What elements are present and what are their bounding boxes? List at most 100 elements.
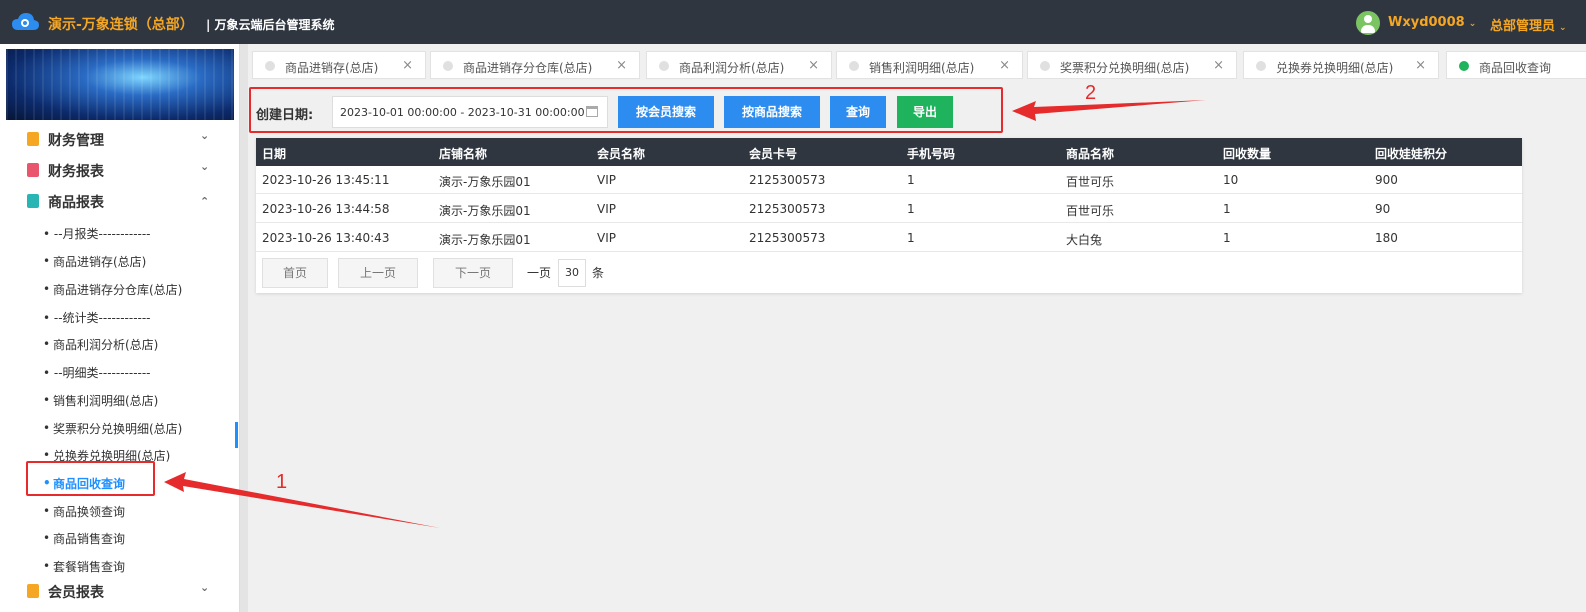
bullet: • (43, 448, 51, 462)
cell-member-name: VIP (597, 173, 616, 187)
chevron-down-icon: ⌄ (200, 160, 210, 173)
tab-status-dot (849, 61, 859, 71)
cell-quantity: 1 (1223, 202, 1231, 216)
close-icon[interactable]: × (808, 58, 819, 73)
bullet: • (43, 531, 51, 545)
next-page-button[interactable]: 下一页 (433, 258, 513, 288)
tab-ticket-exchange[interactable]: 奖票积分兑换明细(总店) × (1027, 51, 1237, 79)
cell-points: 90 (1375, 202, 1391, 216)
role-menu[interactable]: 总部管理员 ⌄ (1490, 15, 1567, 34)
bullet: • (43, 282, 51, 296)
cell-phone: 1 (907, 202, 915, 216)
sidebar-group-label: 财务管理 (48, 133, 104, 149)
sidebar-item-sales-profit[interactable]: • 销售利润明细(总店) (0, 385, 240, 413)
role-label: 总部管理员 (1490, 19, 1556, 34)
sidebar: 财务管理 ⌄ 财务报表 ⌄ 商品报表 ⌃ • --月报类------------… (0, 44, 240, 612)
sidebar-item-profit-analysis[interactable]: • 商品利润分析(总店) (0, 329, 240, 357)
cell-points: 180 (1375, 231, 1398, 245)
column-header: 会员名称 (597, 147, 646, 161)
column-header: 店铺名称 (439, 147, 488, 161)
sidebar-item-label: 商品销售查询 (53, 532, 126, 546)
annotation-box-1 (26, 461, 155, 496)
sidebar-divider-monthly: • --月报类------------ (0, 218, 240, 246)
tab-inventory-warehouse[interactable]: 商品进销存分仓库(总店) × (430, 51, 640, 79)
bullet: • (43, 393, 51, 407)
close-icon[interactable]: × (402, 58, 413, 73)
cell-date: 2023-10-26 13:45:11 (262, 173, 390, 187)
close-icon[interactable]: × (1213, 58, 1224, 73)
tab-bar: 商品进销存(总店) × 商品进销存分仓库(总店) × 商品利润分析(总店) × … (248, 48, 1586, 82)
user-menu[interactable]: Wxyd0008 ⌄ (1388, 15, 1476, 30)
bullet: • (43, 337, 51, 351)
ledger-icon (27, 132, 39, 146)
cell-store: 演示-万象乐园01 (439, 175, 531, 189)
cell-store: 演示-万象乐园01 (439, 233, 531, 247)
sidebar-divider-stats: • --统计类------------ (0, 302, 240, 330)
tab-label: 商品进销存分仓库(总店) (463, 61, 593, 75)
close-icon[interactable]: × (999, 58, 1010, 73)
sidebar-item-package-sales[interactable]: • 套餐销售查询 (0, 551, 240, 579)
sidebar-item-label: • --统计类------------ (43, 311, 151, 325)
sidebar-item-label: 商品进销存(总店) (53, 255, 147, 269)
cell-date: 2023-10-26 13:44:58 (262, 202, 390, 216)
annotation-arrow-2 (1012, 100, 1206, 121)
sidebar-item-product-sales[interactable]: • 商品销售查询 (0, 523, 240, 551)
table-header: 日期 店铺名称 会员名称 会员卡号 手机号码 商品名称 回收数量 回收娃娃积分 (256, 138, 1522, 166)
sidebar-group-product-report[interactable]: 商品报表 ⌃ (0, 186, 240, 216)
sidebar-group-label: 会员报表 (48, 585, 104, 601)
table-row[interactable]: 2023-10-26 13:40:43 演示-万象乐园01 VIP 212530… (256, 224, 1522, 252)
tab-sales-profit[interactable]: 销售利润明细(总店) × (836, 51, 1023, 79)
close-icon[interactable]: × (616, 58, 627, 73)
prev-page-button[interactable]: 上一页 (338, 258, 418, 288)
sidebar-item-label: • --明细类------------ (43, 366, 151, 380)
table-row[interactable]: 2023-10-26 13:45:11 演示-万象乐园01 VIP 212530… (256, 166, 1522, 194)
username: Wxyd0008 (1388, 15, 1465, 30)
report-icon (27, 163, 39, 177)
member-report-icon (27, 584, 39, 598)
tab-inventory-hq[interactable]: 商品进销存(总店) × (252, 51, 426, 79)
annotation-box-2 (249, 87, 1003, 133)
cell-quantity: 1 (1223, 231, 1231, 245)
sidebar-item-ticket-exchange[interactable]: • 奖票积分兑换明细(总店) (0, 413, 240, 441)
annotation-label-1: 1 (276, 471, 288, 493)
sidebar-group-label: 财务报表 (48, 164, 104, 180)
chevron-up-icon: ⌃ (200, 195, 210, 208)
avatar[interactable] (1356, 11, 1380, 35)
sidebar-group-finance-management[interactable]: 财务管理 ⌄ (0, 124, 240, 154)
column-header: 回收娃娃积分 (1375, 147, 1448, 161)
cell-product: 百世可乐 (1066, 204, 1115, 218)
table-row[interactable]: 2023-10-26 13:44:58 演示-万象乐园01 VIP 212530… (256, 195, 1522, 223)
tab-coupon-exchange[interactable]: 兑换券兑换明细(总店) × (1243, 51, 1439, 79)
tab-label: 商品回收查询 (1479, 61, 1552, 75)
sidebar-item-product-redeem[interactable]: • 商品换领查询 (0, 496, 240, 524)
sidebar-item-label: 奖票积分兑换明细(总店) (53, 422, 183, 436)
top-header: 演示-万象连锁（总部） | 万象云端后台管理系统 Wxyd0008 ⌄ 总部管理员… (0, 0, 1586, 44)
sidebar-item-label: 套餐销售查询 (53, 560, 126, 574)
tab-product-recycle[interactable]: 商品回收查询 (1446, 51, 1586, 79)
sidebar-item-label: • --月报类------------ (43, 227, 151, 241)
cell-quantity: 10 (1223, 173, 1239, 187)
bullet: • (43, 254, 51, 268)
tab-status-dot (443, 61, 453, 71)
page-size-input[interactable]: 30 (558, 259, 586, 287)
sidebar-item-label: 销售利润明细(总店) (53, 394, 159, 408)
sidebar-item-inventory-hq[interactable]: • 商品进销存(总店) (0, 246, 240, 274)
first-page-button[interactable]: 首页 (262, 258, 328, 288)
sidebar-group-member-report[interactable]: 会员报表 ⌄ (0, 576, 240, 606)
cell-date: 2023-10-26 13:40:43 (262, 231, 390, 245)
cell-product: 百世可乐 (1066, 175, 1115, 189)
column-header: 商品名称 (1066, 147, 1115, 161)
tab-status-dot (1256, 61, 1266, 71)
close-icon[interactable]: × (1415, 58, 1426, 73)
annotation-label-2: 2 (1085, 82, 1097, 104)
sidebar-scrollbar[interactable] (240, 44, 248, 612)
column-header: 日期 (262, 147, 287, 161)
cell-member-name: VIP (597, 202, 616, 216)
tab-profit-analysis[interactable]: 商品利润分析(总店) × (646, 51, 832, 79)
sidebar-item-inventory-warehouse[interactable]: • 商品进销存分仓库(总店) (0, 274, 240, 302)
tab-label: 商品利润分析(总店) (679, 61, 785, 75)
sidebar-group-finance-report[interactable]: 财务报表 ⌄ (0, 155, 240, 185)
tab-label: 销售利润明细(总店) (869, 61, 975, 75)
column-header: 回收数量 (1223, 147, 1272, 161)
brand-name: 演示-万象连锁（总部） (48, 17, 194, 33)
